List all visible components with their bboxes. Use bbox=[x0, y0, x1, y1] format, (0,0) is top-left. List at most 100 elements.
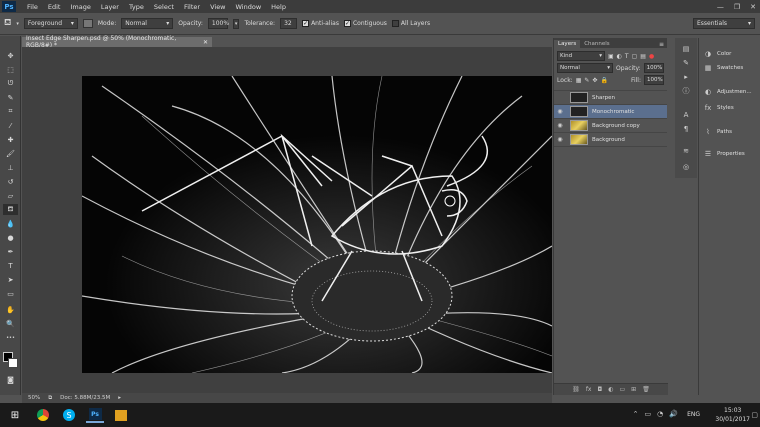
more-tools-icon[interactable]: ••• bbox=[3, 332, 18, 343]
healing-brush-tool-icon[interactable]: ✚ bbox=[3, 134, 18, 145]
export-icon[interactable]: ⧉ bbox=[48, 395, 52, 402]
filter-smart-icon[interactable]: ▤ bbox=[640, 53, 646, 60]
new-layer-icon[interactable]: ⊞ bbox=[631, 386, 636, 393]
new-group-icon[interactable]: ▭ bbox=[619, 386, 625, 393]
document-tab[interactable]: Insect Edge Sharpen.psd @ 50% (Monochrom… bbox=[22, 35, 212, 49]
notifications-icon[interactable]: ▢ bbox=[751, 411, 758, 419]
tray-arrow-icon[interactable]: ⌃ bbox=[633, 410, 639, 418]
minimize-icon[interactable]: — bbox=[717, 3, 724, 11]
workspace-select[interactable]: Essentials ▾ bbox=[693, 18, 755, 29]
character-icon[interactable]: A bbox=[680, 110, 692, 120]
menu-view[interactable]: View bbox=[205, 3, 230, 11]
paragraph-icon[interactable]: ¶ bbox=[680, 124, 692, 134]
path-select-tool-icon[interactable]: ➤ bbox=[3, 274, 18, 285]
filter-type-icon[interactable]: T bbox=[625, 53, 629, 60]
brush-preset-icon[interactable]: ✎ bbox=[680, 58, 692, 68]
move-tool-icon[interactable]: ✥ bbox=[3, 50, 18, 61]
antialias-checkbox[interactable]: ✓ Anti-alias bbox=[302, 20, 339, 27]
fill-source-select[interactable]: Foreground ▾ bbox=[23, 18, 78, 29]
lock-transparent-icon[interactable]: ▦ bbox=[576, 77, 582, 84]
panel-color[interactable]: ◑ Color bbox=[703, 50, 731, 58]
link-layers-icon[interactable]: ⛓ bbox=[572, 386, 580, 393]
menu-type[interactable]: Type bbox=[124, 3, 149, 11]
filter-toggle-icon[interactable]: ● bbox=[649, 53, 654, 60]
panel-adjustments[interactable]: ◐ Adjustmen... bbox=[703, 88, 752, 96]
clone-stamp-tool-icon[interactable]: ⊥ bbox=[3, 162, 18, 173]
filter-adjustment-icon[interactable]: ◐ bbox=[617, 53, 622, 60]
blur-tool-icon[interactable]: 💧 bbox=[3, 218, 18, 229]
fill-field[interactable]: 100% bbox=[644, 75, 664, 85]
pattern-swatch-icon[interactable] bbox=[82, 19, 93, 28]
language-indicator[interactable]: ENG bbox=[687, 411, 700, 418]
info-icon[interactable]: ⓘ bbox=[680, 86, 692, 96]
document-canvas-image[interactable] bbox=[82, 76, 552, 373]
zoom-level[interactable]: 50% bbox=[28, 395, 40, 401]
paint-bucket-tool-icon[interactable]: ⛾ bbox=[3, 204, 18, 215]
crop-tool-icon[interactable]: ⌗ bbox=[3, 106, 18, 117]
taskbar-clock[interactable]: 15:03 30/01/2017 bbox=[715, 406, 750, 424]
panel-paths[interactable]: ⌇ Paths bbox=[703, 128, 732, 136]
chrome-icon[interactable] bbox=[34, 407, 52, 423]
layer-row-background-copy[interactable]: ◉ Background copy bbox=[554, 119, 667, 133]
filter-shape-icon[interactable]: ▢ bbox=[632, 53, 638, 60]
tab-layers[interactable]: Layers bbox=[554, 40, 581, 48]
quick-mask-icon[interactable]: ◙ bbox=[3, 374, 18, 385]
panel-swatches[interactable]: ▦ Swatches bbox=[703, 64, 744, 72]
skype-icon[interactable]: S bbox=[60, 407, 78, 423]
add-mask-icon[interactable]: ◘ bbox=[597, 386, 602, 393]
layer-opacity-field[interactable]: 100% bbox=[643, 63, 664, 73]
history-brush-tool-icon[interactable]: ↺ bbox=[3, 176, 18, 187]
brush-tool-icon[interactable]: 🖌 bbox=[3, 148, 18, 159]
contiguous-checkbox[interactable]: ✓ Contiguous bbox=[343, 20, 387, 27]
lock-all-icon[interactable]: 🔒 bbox=[600, 77, 607, 84]
media-app-icon[interactable] bbox=[112, 407, 130, 423]
panel-styles[interactable]: fx Styles bbox=[703, 104, 734, 112]
eraser-tool-icon[interactable]: ▱ bbox=[3, 190, 18, 201]
close-icon[interactable]: ✕ bbox=[750, 3, 756, 11]
eye-icon[interactable]: ◉ bbox=[554, 108, 566, 115]
zoom-tool-icon[interactable]: 🔍 bbox=[3, 318, 18, 329]
battery-icon[interactable]: ▭ bbox=[645, 410, 652, 418]
filter-kind-select[interactable]: Kind ▾ bbox=[557, 51, 605, 61]
menu-file[interactable]: File bbox=[22, 3, 43, 11]
lock-move-icon[interactable]: ✥ bbox=[592, 77, 597, 84]
background-color-swatch[interactable] bbox=[8, 358, 18, 368]
marquee-tool-icon[interactable]: ⬚ bbox=[3, 64, 18, 75]
menu-layer[interactable]: Layer bbox=[96, 3, 124, 11]
layers-icon[interactable]: ≋ bbox=[680, 146, 692, 156]
lasso-tool-icon[interactable]: ᘎ bbox=[3, 78, 18, 89]
mode-select[interactable]: Normal ▾ bbox=[121, 18, 174, 29]
menu-image[interactable]: Image bbox=[65, 3, 95, 11]
adjustment-layer-icon[interactable]: ◐ bbox=[608, 386, 613, 393]
photoshop-taskbar-icon[interactable]: Ps bbox=[86, 407, 104, 423]
opacity-dropdown-icon[interactable]: ▾ bbox=[232, 18, 240, 29]
tool-preset-arrow-icon[interactable]: ▾ bbox=[16, 21, 19, 27]
lock-paint-icon[interactable]: ✎ bbox=[584, 77, 589, 84]
maximize-icon[interactable]: ❐ bbox=[734, 3, 740, 11]
channels-icon[interactable]: ◎ bbox=[680, 162, 692, 172]
menu-select[interactable]: Select bbox=[149, 3, 179, 11]
menu-window[interactable]: Window bbox=[231, 3, 267, 11]
eye-icon[interactable]: ◉ bbox=[554, 136, 566, 143]
menu-filter[interactable]: Filter bbox=[179, 3, 205, 11]
paint-bucket-tool-icon[interactable]: ⛾ bbox=[4, 18, 11, 29]
delete-layer-icon[interactable]: 🗑 bbox=[642, 386, 650, 393]
network-icon[interactable]: ◔ bbox=[657, 410, 663, 418]
layer-row-background[interactable]: ◉ Background bbox=[554, 133, 667, 147]
quick-select-tool-icon[interactable]: ✎ bbox=[3, 92, 18, 103]
all-layers-checkbox[interactable]: All Layers bbox=[391, 20, 430, 27]
tab-channels[interactable]: Channels bbox=[580, 40, 613, 48]
pen-tool-icon[interactable]: ✒ bbox=[3, 246, 18, 257]
menu-edit[interactable]: Edit bbox=[43, 3, 66, 11]
windows-start-icon[interactable]: ⊞ bbox=[6, 407, 24, 423]
actions-icon[interactable]: ▸ bbox=[680, 72, 692, 82]
dodge-tool-icon[interactable]: ● bbox=[3, 232, 18, 243]
type-tool-icon[interactable]: T bbox=[3, 260, 18, 271]
opacity-field[interactable]: 100% bbox=[207, 18, 229, 29]
volume-icon[interactable]: 🔊 bbox=[669, 410, 678, 418]
history-icon[interactable]: ▤ bbox=[680, 44, 692, 54]
eyedropper-tool-icon[interactable]: ⁄ bbox=[3, 120, 18, 131]
tolerance-field[interactable]: 32 bbox=[280, 18, 298, 29]
blend-mode-select[interactable]: Normal ▾ bbox=[557, 63, 613, 73]
status-menu-arrow-icon[interactable]: ▸ bbox=[118, 395, 121, 401]
